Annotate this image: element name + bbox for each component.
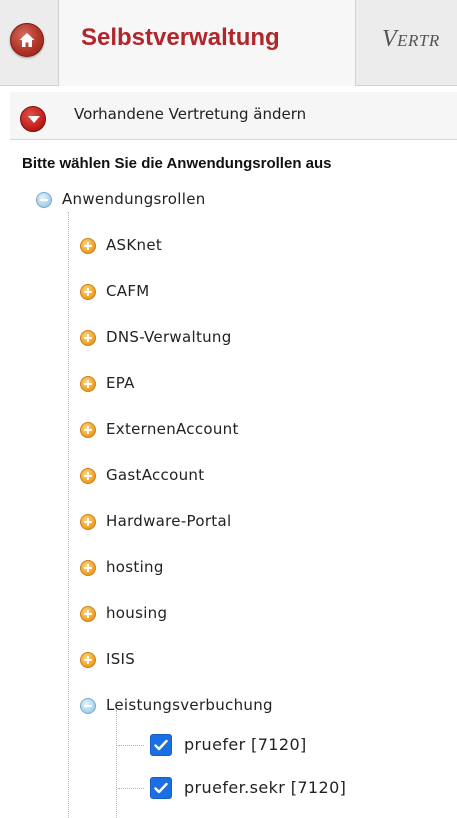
tree-node-anwendungsrollen[interactable]: Anwendungsrollen bbox=[36, 188, 296, 212]
tree-node-hardware-portal[interactable]: Hardware-Portal bbox=[80, 510, 340, 534]
tree-node-label: EPA bbox=[106, 374, 135, 392]
tree-node-dns-verwaltung[interactable]: DNS-Verwaltung bbox=[80, 326, 340, 350]
collapse-icon[interactable] bbox=[80, 698, 96, 714]
expand-icon[interactable] bbox=[80, 422, 96, 438]
tree-connector bbox=[116, 710, 117, 818]
tree-node-label: Anwendungsrollen bbox=[62, 190, 206, 208]
expand-icon[interactable] bbox=[80, 238, 96, 254]
role-item-pruefer[interactable]: pruefer [7120] bbox=[150, 734, 380, 758]
expand-icon[interactable] bbox=[80, 606, 96, 622]
tree-node-externenaccount[interactable]: ExternenAccount bbox=[80, 418, 340, 442]
tree-node-hosting[interactable]: hosting bbox=[80, 556, 340, 580]
tree-node-label: Leistungsverbuchung bbox=[106, 696, 273, 714]
tree-node-label: CAFM bbox=[106, 282, 150, 300]
tree-node-epa[interactable]: EPA bbox=[80, 372, 340, 396]
role-item-pruefer-sekr[interactable]: pruefer.sekr [7120] bbox=[150, 777, 410, 801]
tree-node-label: GastAccount bbox=[106, 466, 205, 484]
tree-connector bbox=[118, 745, 144, 746]
tree-node-isis[interactable]: ISIS bbox=[80, 648, 340, 672]
role-item-label: pruefer.sekr [7120] bbox=[184, 778, 347, 797]
tree-connector bbox=[68, 212, 69, 818]
tree-node-label: Hardware-Portal bbox=[106, 512, 232, 530]
expand-icon[interactable] bbox=[80, 514, 96, 530]
tree-node-asknet[interactable]: ASKnet bbox=[80, 234, 340, 258]
checkbox-checked-icon[interactable] bbox=[150, 734, 172, 756]
expand-icon[interactable] bbox=[80, 284, 96, 300]
collapse-icon[interactable] bbox=[36, 192, 52, 208]
tree-node-gastaccount[interactable]: GastAccount bbox=[80, 464, 340, 488]
tree-node-label: hosting bbox=[106, 558, 164, 576]
role-item-label: pruefer [7120] bbox=[184, 735, 307, 754]
expand-icon[interactable] bbox=[80, 468, 96, 484]
tree-connector bbox=[118, 788, 144, 789]
tree-node-cafm[interactable]: CAFM bbox=[80, 280, 340, 304]
checkbox-checked-icon[interactable] bbox=[150, 777, 172, 799]
tree-node-label: DNS-Verwaltung bbox=[106, 328, 232, 346]
expand-icon[interactable] bbox=[80, 330, 96, 346]
tree-node-label: housing bbox=[106, 604, 168, 622]
tree-node-label: ASKnet bbox=[106, 236, 163, 254]
expand-icon[interactable] bbox=[80, 560, 96, 576]
tree-node-housing[interactable]: housing bbox=[80, 602, 340, 626]
tree-node-leistungsverbuchung[interactable]: Leistungsverbuchung bbox=[80, 694, 360, 718]
role-tree: Anwendungsrollen ASKnet CAFM DNS-Verwalt… bbox=[0, 0, 457, 818]
tree-node-label: ISIS bbox=[106, 650, 136, 668]
expand-icon[interactable] bbox=[80, 376, 96, 392]
tree-node-label: ExternenAccount bbox=[106, 420, 239, 438]
expand-icon[interactable] bbox=[80, 652, 96, 668]
